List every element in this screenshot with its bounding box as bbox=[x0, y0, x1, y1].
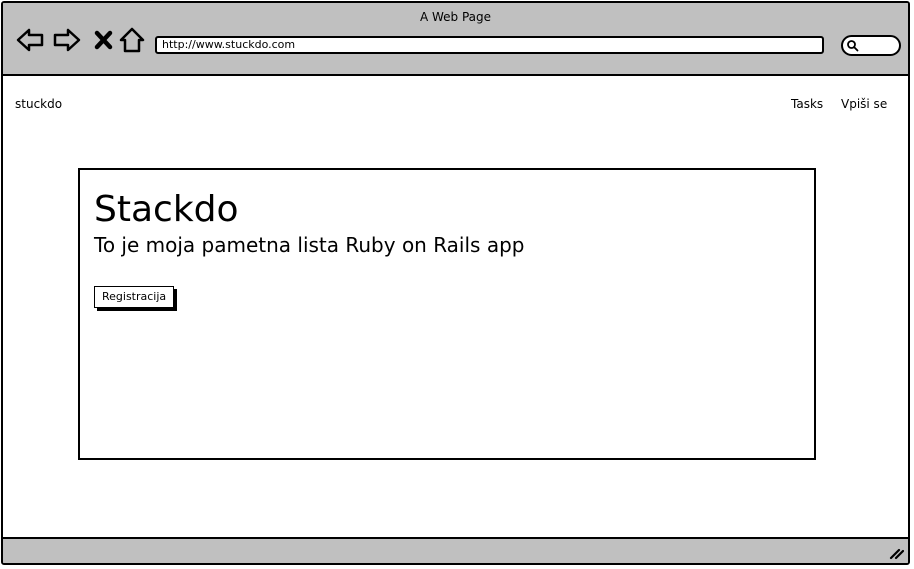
nav-link-sign-in[interactable]: Vpiši se bbox=[841, 97, 887, 111]
url-input[interactable]: http://www.stuckdo.com bbox=[155, 36, 824, 54]
browser-window: A Web Page http://www.stuckdo.com stuckd… bbox=[1, 1, 910, 565]
nav-link-tasks[interactable]: Tasks bbox=[791, 97, 823, 111]
forward-arrow-icon[interactable] bbox=[52, 25, 82, 55]
page-title: Stackdo bbox=[94, 189, 239, 230]
window-title: A Web Page bbox=[419, 10, 492, 24]
resize-grip-icon[interactable] bbox=[888, 544, 904, 560]
browser-toolbar: A Web Page http://www.stuckdo.com bbox=[3, 3, 908, 76]
search-button[interactable] bbox=[841, 35, 901, 56]
brand-link[interactable]: stuckdo bbox=[15, 97, 62, 111]
register-button[interactable]: Registracija bbox=[94, 286, 175, 308]
hero-panel: Stackdo To je moja pametna lista Ruby on… bbox=[78, 168, 816, 460]
home-icon[interactable] bbox=[117, 25, 147, 55]
search-icon bbox=[847, 40, 859, 52]
back-arrow-icon[interactable] bbox=[15, 25, 45, 55]
page-subtitle: To je moja pametna lista Ruby on Rails a… bbox=[94, 233, 525, 257]
status-bar bbox=[3, 537, 908, 563]
close-x-icon[interactable] bbox=[89, 25, 119, 55]
